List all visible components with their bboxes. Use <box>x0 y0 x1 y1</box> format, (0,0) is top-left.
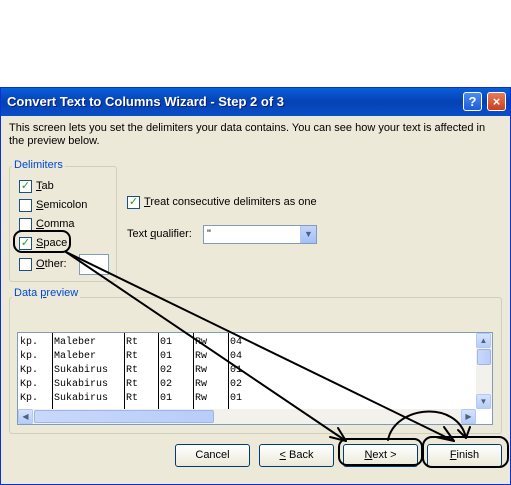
checkbox-comma-box[interactable] <box>19 218 32 231</box>
other-delimiter-input[interactable] <box>79 254 109 275</box>
checkbox-comma-accel: C <box>36 218 44 230</box>
checkbox-semicolon-label: emicolon <box>43 199 88 211</box>
finish-button[interactable]: Finish <box>427 444 502 467</box>
vertical-scrollbar[interactable]: ▲ ▼ <box>476 333 492 409</box>
cancel-button[interactable]: Cancel <box>175 444 250 467</box>
title-bar[interactable]: Convert Text to Columns Wizard - Step 2 … <box>1 88 510 116</box>
text-qualifier-label: Text qualifier: <box>127 228 192 240</box>
scroll-up-icon[interactable]: ▲ <box>476 333 491 348</box>
checkbox-space-label: pace <box>43 237 68 249</box>
checkbox-tab-label: ab <box>41 180 54 192</box>
checkbox-comma-label: omma <box>43 218 75 230</box>
scroll-left-icon[interactable]: ◀ <box>18 409 33 424</box>
vertical-scroll-thumb[interactable] <box>477 349 491 365</box>
chevron-down-icon[interactable]: ▼ <box>300 226 316 243</box>
column-separator <box>52 333 53 411</box>
convert-text-wizard-dialog: Convert Text to Columns Wizard - Step 2 … <box>0 87 511 485</box>
column-separator <box>228 333 229 411</box>
wizard-description: This screen lets you set the delimiters … <box>9 122 486 147</box>
horizontal-scroll-thumb[interactable] <box>34 410 214 423</box>
checkbox-space-box[interactable]: ✓ <box>19 237 32 250</box>
checkbox-other-accel: O <box>36 258 45 270</box>
horizontal-scrollbar[interactable]: ◀ ▶ <box>18 409 476 424</box>
checkbox-tab-box[interactable]: ✓ <box>19 180 32 193</box>
column-separator <box>158 333 159 411</box>
checkbox-semicolon-box[interactable] <box>19 199 32 212</box>
data-preview-grid[interactable]: kp. Maleber Rt 01 Rw 04 kp. Maleber Rt 0… <box>17 332 493 425</box>
column-separator <box>193 333 194 411</box>
checkbox-other-label: ther: <box>44 258 67 270</box>
data-preview-group-label: Data preview <box>12 287 81 299</box>
text-qualifier-select[interactable]: " ▼ <box>203 225 317 244</box>
scroll-right-icon[interactable]: ▶ <box>461 409 476 424</box>
close-icon[interactable]: × <box>487 92 506 111</box>
treat-consecutive-label: reat consecutive delimiters as one <box>150 196 317 208</box>
checkbox-treat-consecutive-box[interactable]: ✓ <box>127 196 140 209</box>
text-qualifier-value: " <box>207 228 211 240</box>
next-button[interactable]: Next > <box>343 444 418 467</box>
checkbox-other-box[interactable] <box>19 258 32 271</box>
window-title: Convert Text to Columns Wizard - Step 2 … <box>7 94 284 109</box>
column-separator <box>124 333 125 411</box>
scroll-down-icon[interactable]: ▼ <box>476 394 491 409</box>
help-icon[interactable]: ? <box>463 92 482 111</box>
back-button[interactable]: < Back <box>259 444 334 467</box>
delimiters-group-label: Delimiters <box>12 159 65 171</box>
